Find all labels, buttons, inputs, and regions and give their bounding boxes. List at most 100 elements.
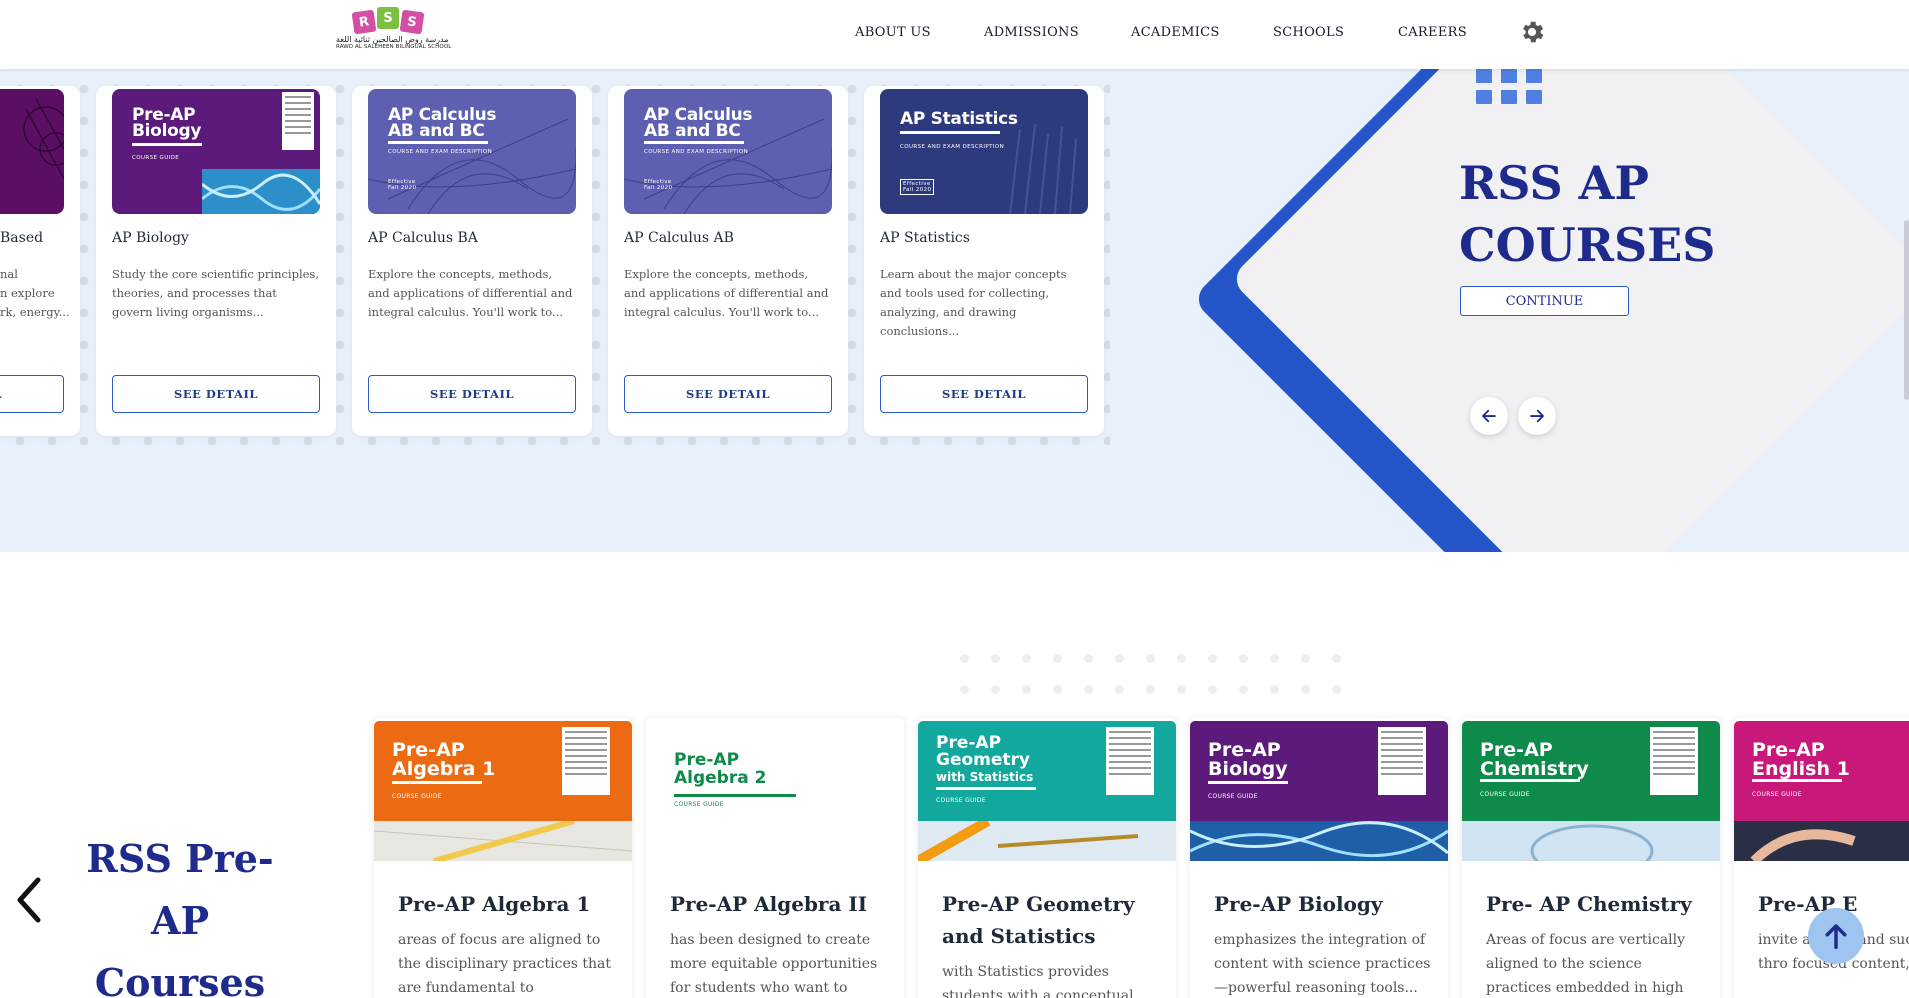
- cover-subtitle: COURSE AND EXAM DESCRIPTION: [900, 144, 1005, 150]
- nav-about-us[interactable]: ABOUT US: [855, 25, 931, 40]
- cover-subtitle: COURSE AND EXAM DESCRIPTION: [388, 149, 493, 155]
- course-cover-image: [0, 89, 64, 214]
- cover-rule: [900, 131, 1000, 134]
- cover-rule: [388, 141, 488, 144]
- logo-letter-s: S: [399, 9, 425, 35]
- course-title: Pre-AP Biology: [1214, 892, 1383, 916]
- preap-course-card[interactable]: Pre-AP Algebra 2 COURSE GUIDE Pre-AP Alg…: [646, 718, 904, 998]
- logo-letter-r: R: [351, 9, 377, 35]
- cover-title: Pre-AP Geometry with Statistics: [936, 735, 1033, 786]
- cover-title-line: with Statistics: [936, 770, 1034, 784]
- cover-title: AP Calculus AB and BC: [644, 107, 753, 140]
- cover-pattern: [1009, 123, 1077, 214]
- nav-academics[interactable]: ACADEMICS: [1131, 25, 1220, 40]
- course-description: Areas of focus are vertically aligned to…: [1486, 932, 1686, 996]
- back-to-top-button[interactable]: [1808, 908, 1864, 964]
- preap-course-card[interactable]: Pre-AP Chemistry COURSE GUIDE Pre- AP Ch…: [1462, 718, 1720, 998]
- nav-admissions[interactable]: ADMISSIONS: [984, 25, 1079, 40]
- cover-rule: [1208, 781, 1288, 784]
- cover-subtitle: COURSE GUIDE: [392, 793, 442, 800]
- course-title: AP Statistics: [880, 230, 970, 246]
- cover-effective: Effective Fall 2020: [388, 179, 416, 191]
- continue-button[interactable]: CONTINUE: [1460, 286, 1629, 316]
- cover-rule: [1752, 779, 1842, 782]
- arrow-left-icon: [1482, 409, 1496, 423]
- carousel-next-button[interactable]: [1518, 397, 1556, 435]
- course-title: AP Calculus BA: [368, 230, 478, 246]
- course-description: has been designed to create more equitab…: [670, 932, 878, 996]
- cover-effective-date: Fall 2020: [644, 185, 673, 191]
- cover-effective-date: Fall 2020: [903, 187, 932, 193]
- cover-title: Pre-AP Biology: [132, 107, 202, 141]
- cover-subtitle: COURSE GUIDE: [936, 797, 986, 804]
- cover-subtitle: COURSE GUIDE: [132, 155, 180, 161]
- dna-graphic: [202, 169, 320, 214]
- cover-photo: [1734, 821, 1909, 861]
- course-title: Pre-AP Geometry and Statistics: [942, 892, 1135, 948]
- cover-effective: Effective Fall 2020: [644, 179, 672, 191]
- cover-subtitle: COURSE AND EXAM DESCRIPTION: [644, 149, 749, 155]
- cover-title: AP Calculus AB and BC: [388, 107, 497, 141]
- preap-courses-heading: RSS Pre-AP Courses: [70, 828, 290, 998]
- logo-blocks: R S S: [336, 7, 440, 35]
- gear-icon[interactable]: [1518, 18, 1546, 46]
- cover-rule: [392, 781, 482, 784]
- course-description: with Statistics provides students with a…: [942, 964, 1134, 998]
- cover-photo: [374, 821, 632, 861]
- cover-title-line: AP Statistics: [900, 109, 1018, 129]
- cover-subtitle: COURSE GUIDE: [1208, 793, 1258, 800]
- cover-title-line: Biology: [132, 121, 202, 141]
- course-cover-image: Pre-AP Chemistry COURSE GUIDE: [1462, 721, 1720, 861]
- course-description: Study the core scientific principles, th…: [112, 267, 319, 319]
- dots-divider: [960, 685, 1360, 695]
- see-detail-button[interactable]: SEE DETAIL: [368, 375, 576, 413]
- course-description: Explore the concepts, methods, and appli…: [624, 267, 829, 319]
- scrollbar-thumb[interactable]: [1904, 220, 1909, 400]
- nav-schools[interactable]: SCHOOLS: [1273, 25, 1344, 40]
- carousel-prev-button[interactable]: [1470, 397, 1508, 435]
- cover-title-line: Chemistry: [1480, 758, 1589, 780]
- cover-title-line: Geometry: [936, 750, 1030, 770]
- cover-includes-panel: [1650, 727, 1698, 795]
- cover-photo: [1462, 821, 1720, 861]
- cover-title: Pre-AP Algebra 1: [392, 741, 495, 779]
- cover-photo: [1190, 821, 1448, 861]
- arrow-right-icon: [1530, 409, 1544, 423]
- cover-rule: [132, 143, 202, 146]
- see-detail-button[interactable]: SEE DETAIL: [112, 375, 320, 413]
- nav-careers[interactable]: CAREERS: [1398, 25, 1467, 40]
- cover-photo: [918, 821, 1176, 861]
- preap-course-card[interactable]: Pre-AP Geometry with Statistics COURSE G…: [918, 718, 1176, 998]
- see-detail-button[interactable]: SEE DETAIL: [624, 375, 832, 413]
- course-title: Pre-AP Algebra II: [670, 892, 868, 916]
- preap-course-card[interactable]: Pre-AP Biology COURSE GUIDE Pre-AP Biolo…: [1190, 718, 1448, 998]
- course-description: Learn about the major concepts and tools…: [880, 267, 1067, 338]
- course-cover-image: AP Calculus AB and BC COURSE AND EXAM DE…: [368, 89, 576, 214]
- see-detail-button[interactable]: SEE DETAIL: [0, 375, 64, 413]
- course-cover-image: Pre-AP Geometry with Statistics COURSE G…: [918, 721, 1176, 861]
- grid-icon: [1476, 69, 1544, 106]
- course-title: AP Biology: [112, 230, 189, 246]
- cover-effective-date: Fall 2020: [388, 185, 417, 191]
- preap-course-card[interactable]: Pre-AP Algebra 1 COURSE GUIDE Pre-AP Alg…: [374, 718, 632, 998]
- cover-title-line: English 1: [1752, 758, 1850, 780]
- course-cover-image: AP Calculus AB and BC COURSE AND EXAM DE…: [624, 89, 832, 214]
- ap-heading-line2: COURSES: [1459, 218, 1716, 272]
- cover-pattern: [23, 98, 64, 180]
- cover-title-line: AB and BC: [388, 121, 485, 141]
- cover-title: Pre-AP English 1: [1752, 741, 1850, 779]
- chevron-left-icon[interactable]: [8, 870, 48, 930]
- cover-rule: [936, 787, 1036, 790]
- school-logo[interactable]: R S S مدرسة روض الصالحين ثنائية اللغة RA…: [336, 7, 451, 62]
- cover-title: AP Statistics: [900, 109, 1018, 129]
- course-title: Pre- AP Chemistry: [1486, 892, 1692, 916]
- logo-arabic-name: مدرسة روض الصالحين ثنائية اللغة: [336, 35, 449, 44]
- cover-title: Pre-AP Algebra 2: [674, 751, 766, 787]
- course-cover-image: Pre-AP Algebra 1 COURSE GUIDE: [374, 721, 632, 861]
- cover-title-line: Algebra 1: [392, 758, 496, 780]
- cover-includes-panel: [282, 92, 314, 150]
- see-detail-button[interactable]: SEE DETAIL: [880, 375, 1088, 413]
- cover-includes-panel: [1106, 727, 1154, 795]
- ap-courses-section: RSS AP COURSES CONTINUE Based nal n expl…: [0, 69, 1909, 552]
- course-title: AP Calculus AB: [624, 230, 734, 246]
